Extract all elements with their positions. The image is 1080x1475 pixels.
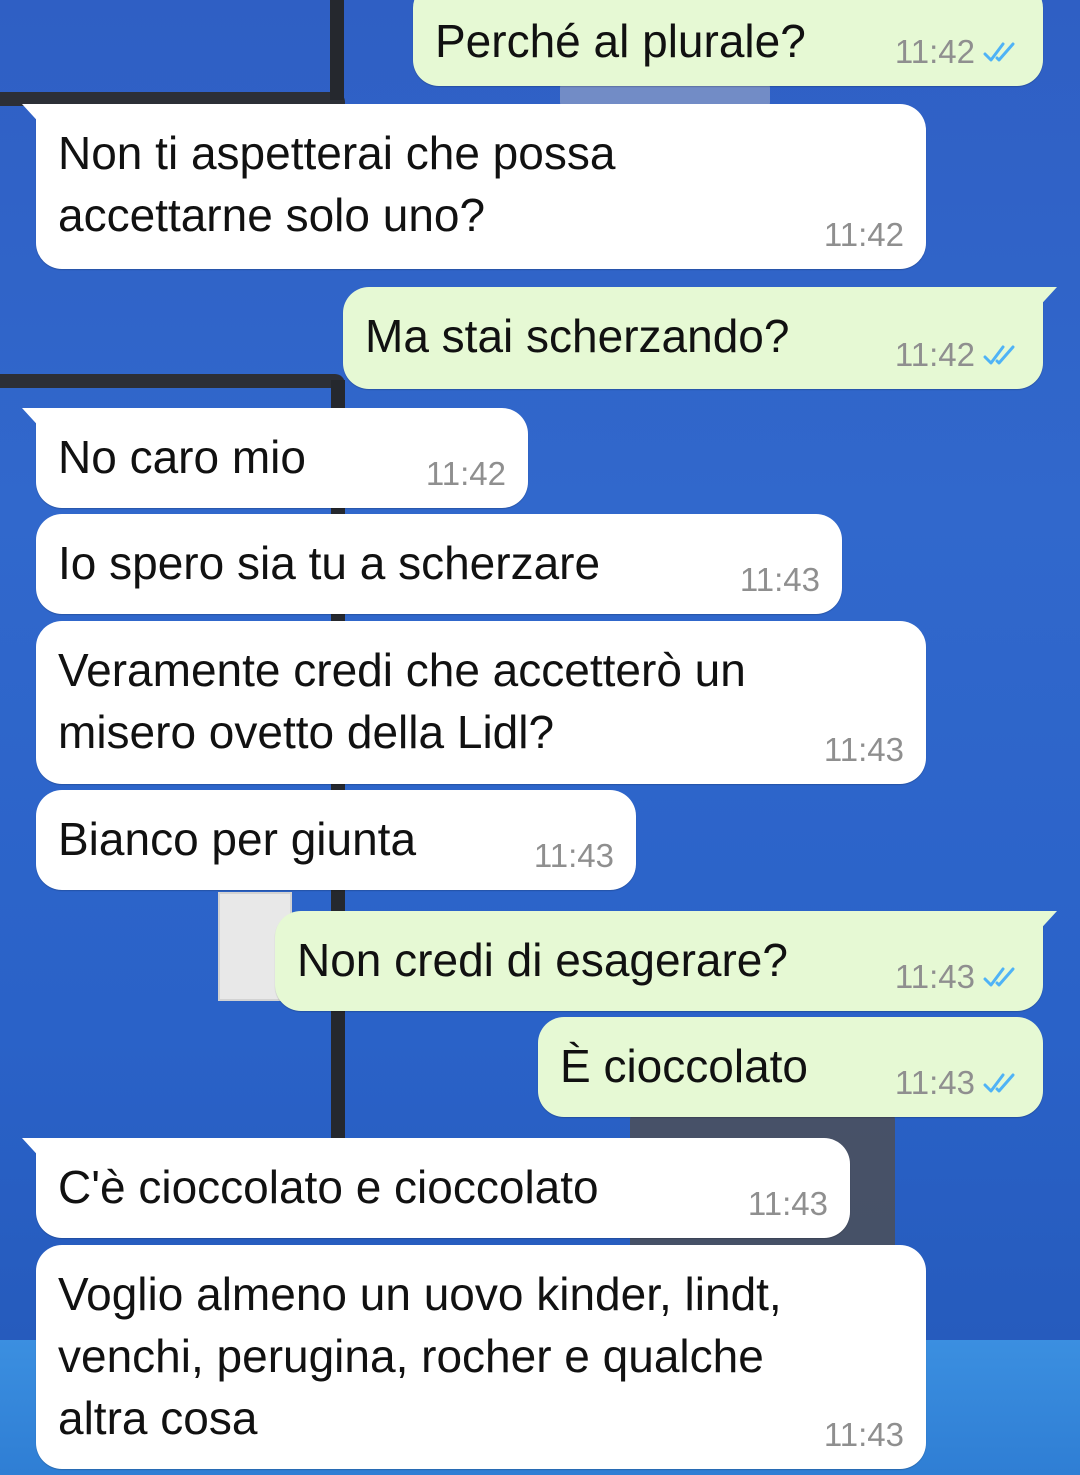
message-bubble-outgoing[interactable]: Perché al plurale? 11:42: [413, 0, 1043, 86]
double-check-icon: [983, 42, 1015, 62]
message-time: 11:43: [894, 1064, 975, 1101]
double-check-icon: [983, 1073, 1015, 1093]
message-time: 11:42: [823, 216, 904, 253]
message-bubble-outgoing[interactable]: È cioccolato 11:43: [538, 1017, 1043, 1117]
wallpaper-pipe: [0, 374, 345, 388]
message-text: C'è cioccolato e cioccolato: [58, 1161, 599, 1213]
message-bubble-incoming[interactable]: Io spero sia tu a scherzare 11:43: [36, 514, 842, 614]
message-text: Voglio almeno un uovo kinder, lindt, ven…: [58, 1268, 782, 1444]
message-bubble-outgoing[interactable]: Non credi di esagerare? 11:43: [275, 911, 1057, 1011]
message-bubble-outgoing[interactable]: Ma stai scherzando? 11:42: [343, 287, 1057, 389]
message-bubble-incoming[interactable]: Non ti aspetterai che possa accettarne s…: [22, 104, 926, 269]
message-time: 11:43: [823, 1416, 904, 1453]
message-text: Non ti aspetterai che possa accettarne s…: [58, 127, 616, 241]
message-time: 11:43: [533, 837, 614, 874]
message-bubble-incoming[interactable]: No caro mio 11:42: [22, 408, 528, 508]
message-bubble-incoming[interactable]: C'è cioccolato e cioccolato 11:43: [22, 1138, 850, 1238]
message-bubble-incoming[interactable]: Bianco per giunta 11:43: [36, 790, 636, 890]
double-check-icon: [983, 345, 1015, 365]
message-time: 11:43: [747, 1185, 828, 1222]
message-time: 11:43: [894, 958, 975, 995]
message-time: 11:42: [894, 336, 975, 373]
message-time: 11:43: [823, 731, 904, 768]
message-text: Veramente credi che accetterò un misero …: [58, 644, 746, 758]
message-time: 11:42: [425, 455, 506, 492]
wallpaper-pipe: [330, 0, 344, 100]
message-time: 11:43: [739, 561, 820, 598]
message-text: Io spero sia tu a scherzare: [58, 537, 601, 589]
message-bubble-incoming[interactable]: Voglio almeno un uovo kinder, lindt, ven…: [36, 1245, 926, 1469]
double-check-icon: [983, 967, 1015, 987]
message-bubble-incoming[interactable]: Veramente credi che accetterò un misero …: [36, 621, 926, 784]
message-time: 11:42: [894, 33, 975, 70]
message-text: Bianco per giunta: [58, 813, 417, 865]
